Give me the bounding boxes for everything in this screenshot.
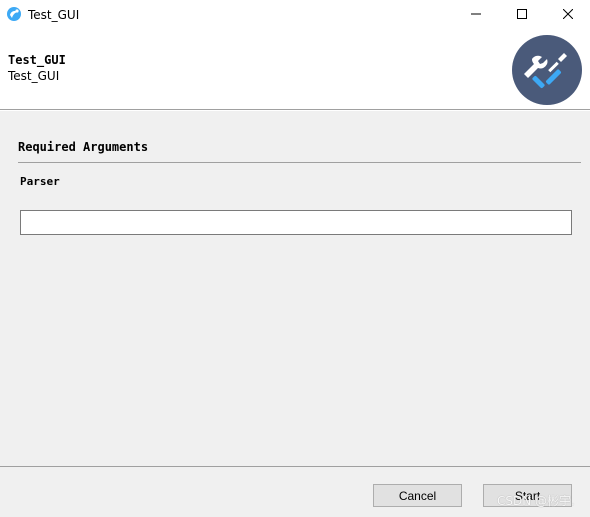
- minimize-button[interactable]: [453, 0, 499, 30]
- close-icon: [562, 8, 574, 22]
- title-bar: Test_GUI: [0, 0, 590, 30]
- close-button[interactable]: [545, 0, 590, 30]
- header-title: Test_GUI: [8, 53, 66, 67]
- header-panel: Test_GUI Test_GUI: [0, 30, 590, 110]
- arguments-panel: Required Arguments Parser: [0, 111, 590, 466]
- parser-input[interactable]: [20, 210, 572, 235]
- parser-label: Parser: [20, 175, 60, 188]
- section-title: Required Arguments: [18, 140, 149, 154]
- section-divider: [18, 162, 581, 163]
- app-logo-icon: [6, 6, 22, 22]
- window-title: Test_GUI: [28, 8, 80, 22]
- start-button[interactable]: Start: [483, 484, 572, 507]
- header-subtitle: Test_GUI: [8, 69, 60, 83]
- tools-icon: [512, 35, 582, 105]
- maximize-icon: [517, 8, 527, 22]
- cancel-button[interactable]: Cancel: [373, 484, 462, 507]
- minimize-icon: [471, 8, 481, 22]
- maximize-button[interactable]: [499, 0, 545, 30]
- footer-bar: Cancel Start CSDN @彬宇.: [0, 466, 590, 517]
